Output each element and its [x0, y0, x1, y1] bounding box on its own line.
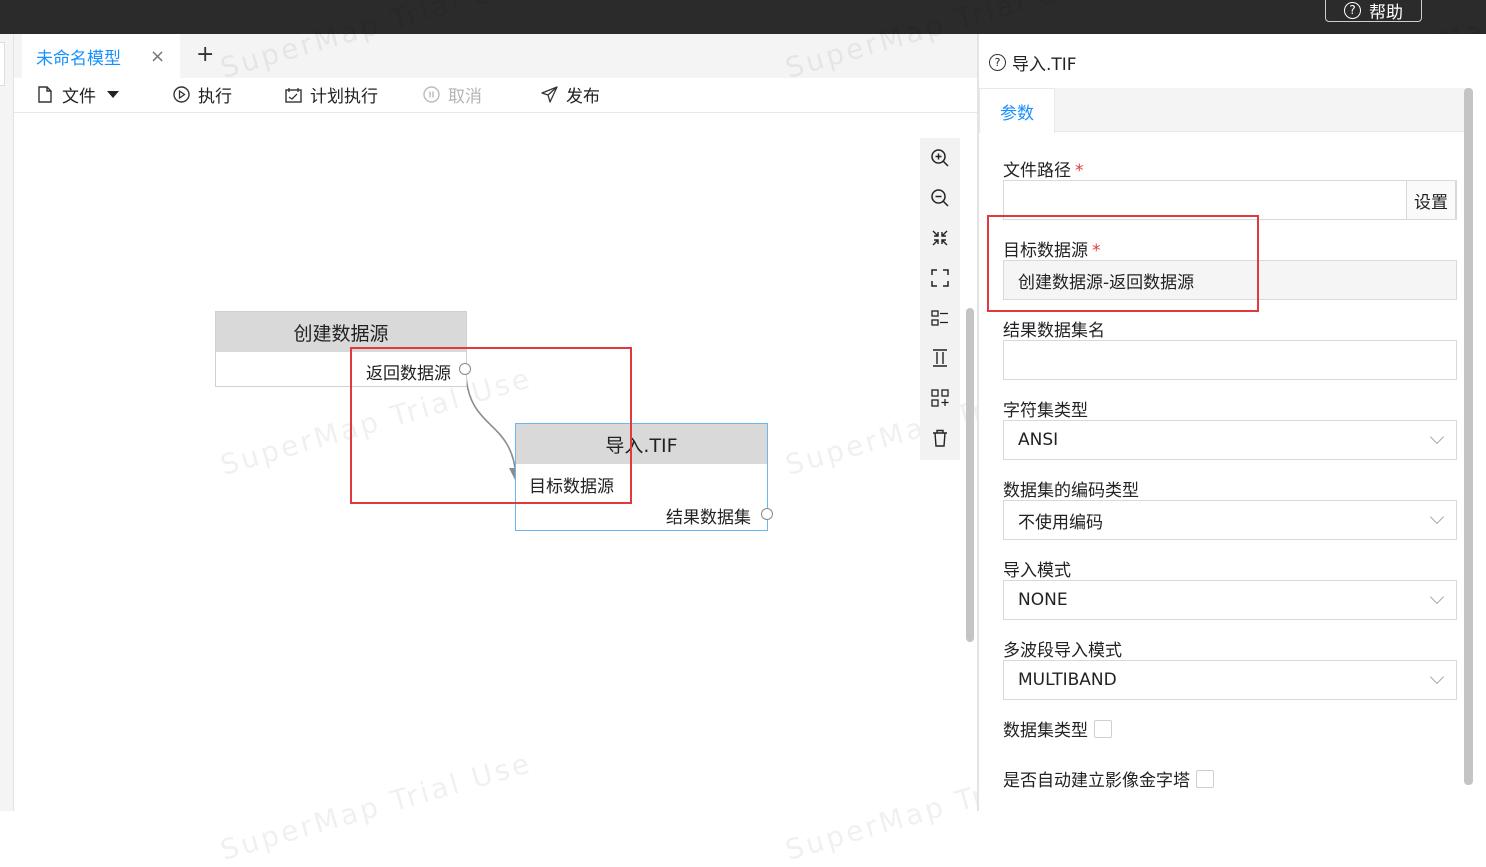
help-icon: ? — [1344, 1, 1361, 19]
output-port[interactable] — [761, 508, 773, 520]
file-path-label: 文件路径 * — [1003, 161, 1084, 181]
property-panel: ? 导入.TIF 参数 文件路径 * 设置 目标数据源 * 创建数据源-返回数据源 … — [979, 34, 1486, 811]
fullscreen-icon[interactable] — [929, 267, 951, 289]
build-pyramid-label: 是否自动建立影像金字塔 — [1003, 771, 1190, 791]
panel-title: ? 导入.TIF — [989, 50, 1077, 75]
chevron-down-icon — [1429, 429, 1445, 445]
help-icon[interactable]: ? — [989, 54, 1006, 71]
build-pyramid-row: 是否自动建立影像金字塔 — [1003, 766, 1214, 791]
dataset-type-label: 数据集类型 — [1003, 721, 1088, 741]
charset-select[interactable]: ANSI — [1003, 420, 1457, 460]
zoom-out-icon[interactable] — [929, 187, 951, 209]
tab-parameters[interactable]: 参数 — [979, 88, 1055, 133]
multiband-mode-select[interactable]: MULTIBAND — [1003, 660, 1457, 700]
add-grid-icon[interactable] — [929, 387, 951, 409]
panel-tab-bar: 参数 — [979, 88, 1469, 133]
import-mode-select[interactable]: NONE — [1003, 580, 1457, 620]
encoding-select[interactable]: 不使用编码 — [1003, 500, 1457, 540]
chevron-down-icon — [1429, 589, 1445, 605]
encoding-label: 数据集的编码类型 — [1003, 481, 1139, 501]
chevron-down-icon — [1429, 509, 1445, 525]
import-mode-label: 导入模式 — [1003, 561, 1071, 581]
multiband-mode-label: 多波段导入模式 — [1003, 641, 1122, 661]
dataset-type-row: 数据集类型 — [1003, 716, 1112, 741]
result-dataset-name-input[interactable] — [1003, 340, 1457, 380]
result-dataset-name-label: 结果数据集名 — [1003, 321, 1105, 341]
node-title: 创建数据源 — [216, 312, 466, 352]
dataset-type-checkbox[interactable] — [1094, 720, 1112, 738]
set-file-button[interactable]: 设置 — [1406, 180, 1456, 220]
charset-label: 字符集类型 — [1003, 401, 1088, 421]
align-horizontal-icon[interactable] — [929, 307, 951, 329]
canvas-tools — [920, 138, 960, 460]
chevron-down-icon — [1429, 669, 1445, 685]
align-vertical-icon[interactable] — [929, 347, 951, 369]
highlight-box — [350, 347, 632, 504]
build-pyramid-checkbox[interactable] — [1196, 770, 1214, 788]
highlight-box — [987, 215, 1259, 312]
help-button[interactable]: ? 帮助 — [1325, 0, 1422, 23]
canvas-scrollbar[interactable] — [966, 308, 974, 642]
port-label-result-dataset: 结果数据集 — [666, 508, 751, 528]
file-path-input[interactable]: 设置 — [1003, 180, 1457, 220]
shrink-icon[interactable] — [929, 227, 951, 249]
help-label: 帮助 — [1369, 2, 1403, 23]
zoom-in-icon[interactable] — [929, 147, 951, 169]
trash-icon[interactable] — [929, 427, 951, 449]
panel-scrollbar[interactable] — [1464, 88, 1473, 785]
panel-title-text: 导入.TIF — [1012, 55, 1077, 75]
